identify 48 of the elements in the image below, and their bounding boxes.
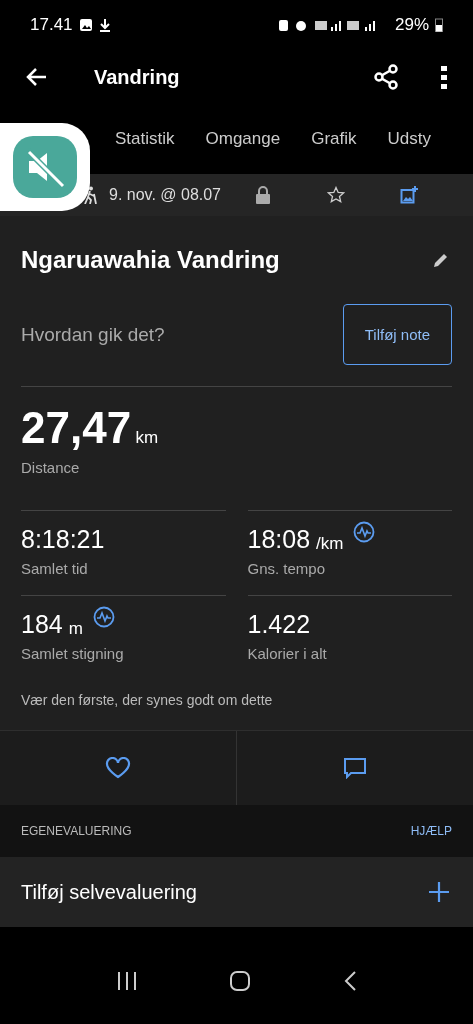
recent-apps-icon[interactable] <box>115 970 138 991</box>
plus-icon[interactable] <box>428 881 450 903</box>
stat-value: 184 <box>21 610 63 639</box>
mute-icon <box>13 136 77 198</box>
hiker-icon <box>83 186 97 204</box>
back-nav-icon[interactable] <box>343 969 358 992</box>
stat-value: 8:18:21 <box>21 525 105 554</box>
stat-label: Samlet stigning <box>21 645 125 662</box>
feedback-prompt: Hvordan gik det? <box>21 323 165 346</box>
chart-icon[interactable] <box>92 606 115 628</box>
add-photo-icon[interactable] <box>400 186 418 204</box>
floating-mute-button[interactable] <box>0 123 90 211</box>
edit-icon[interactable] <box>432 251 450 269</box>
distance-label: Distance <box>21 459 81 476</box>
tab[interactable]: Omgange <box>205 129 281 149</box>
section-header: EGENEVALUERING <box>21 824 132 838</box>
image-icon <box>78 18 93 32</box>
tab[interactable]: Statistik <box>115 129 175 149</box>
tab[interactable]: Udsty <box>387 129 431 149</box>
add-note-button[interactable]: Tilføj note <box>342 304 452 365</box>
chart-icon[interactable] <box>353 521 376 543</box>
stat-label: Samlet tid <box>21 560 89 577</box>
tab[interactable]: Grafik <box>311 129 357 149</box>
download-icon <box>98 18 111 32</box>
distance-unit: km <box>135 428 159 447</box>
lock-icon[interactable] <box>255 186 271 204</box>
stat-unit: /km <box>316 534 344 554</box>
stat-label: Kalorier i alt <box>247 645 328 662</box>
likes-text: Vær den første, der synes godt om dette <box>21 691 274 710</box>
like-icon[interactable] <box>105 757 131 779</box>
battery-percent: 29% <box>394 15 429 35</box>
star-icon[interactable] <box>327 186 345 204</box>
screen-title: Vandring <box>94 65 181 89</box>
distance-value: 27,47 <box>21 403 132 452</box>
stat-label: Gns. tempo <box>247 560 327 577</box>
stat-unit: m <box>68 619 83 639</box>
stat-value: 1.422 <box>247 610 311 639</box>
comment-icon[interactable] <box>343 757 367 779</box>
add-self-evaluation-row[interactable]: Tilføj selvevaluering <box>0 857 473 927</box>
battery-icon <box>435 18 443 32</box>
stat-value: 18:08 <box>247 525 311 554</box>
activity-title: Ngaruawahia Vandring <box>21 246 280 274</box>
clock: 17.41 <box>30 15 73 35</box>
help-link[interactable]: HJÆLP <box>410 824 452 838</box>
home-icon[interactable] <box>229 969 252 992</box>
activity-date: 9. nov. @ 08.07 <box>109 186 221 204</box>
share-icon[interactable] <box>373 64 399 90</box>
more-icon[interactable] <box>441 65 447 89</box>
